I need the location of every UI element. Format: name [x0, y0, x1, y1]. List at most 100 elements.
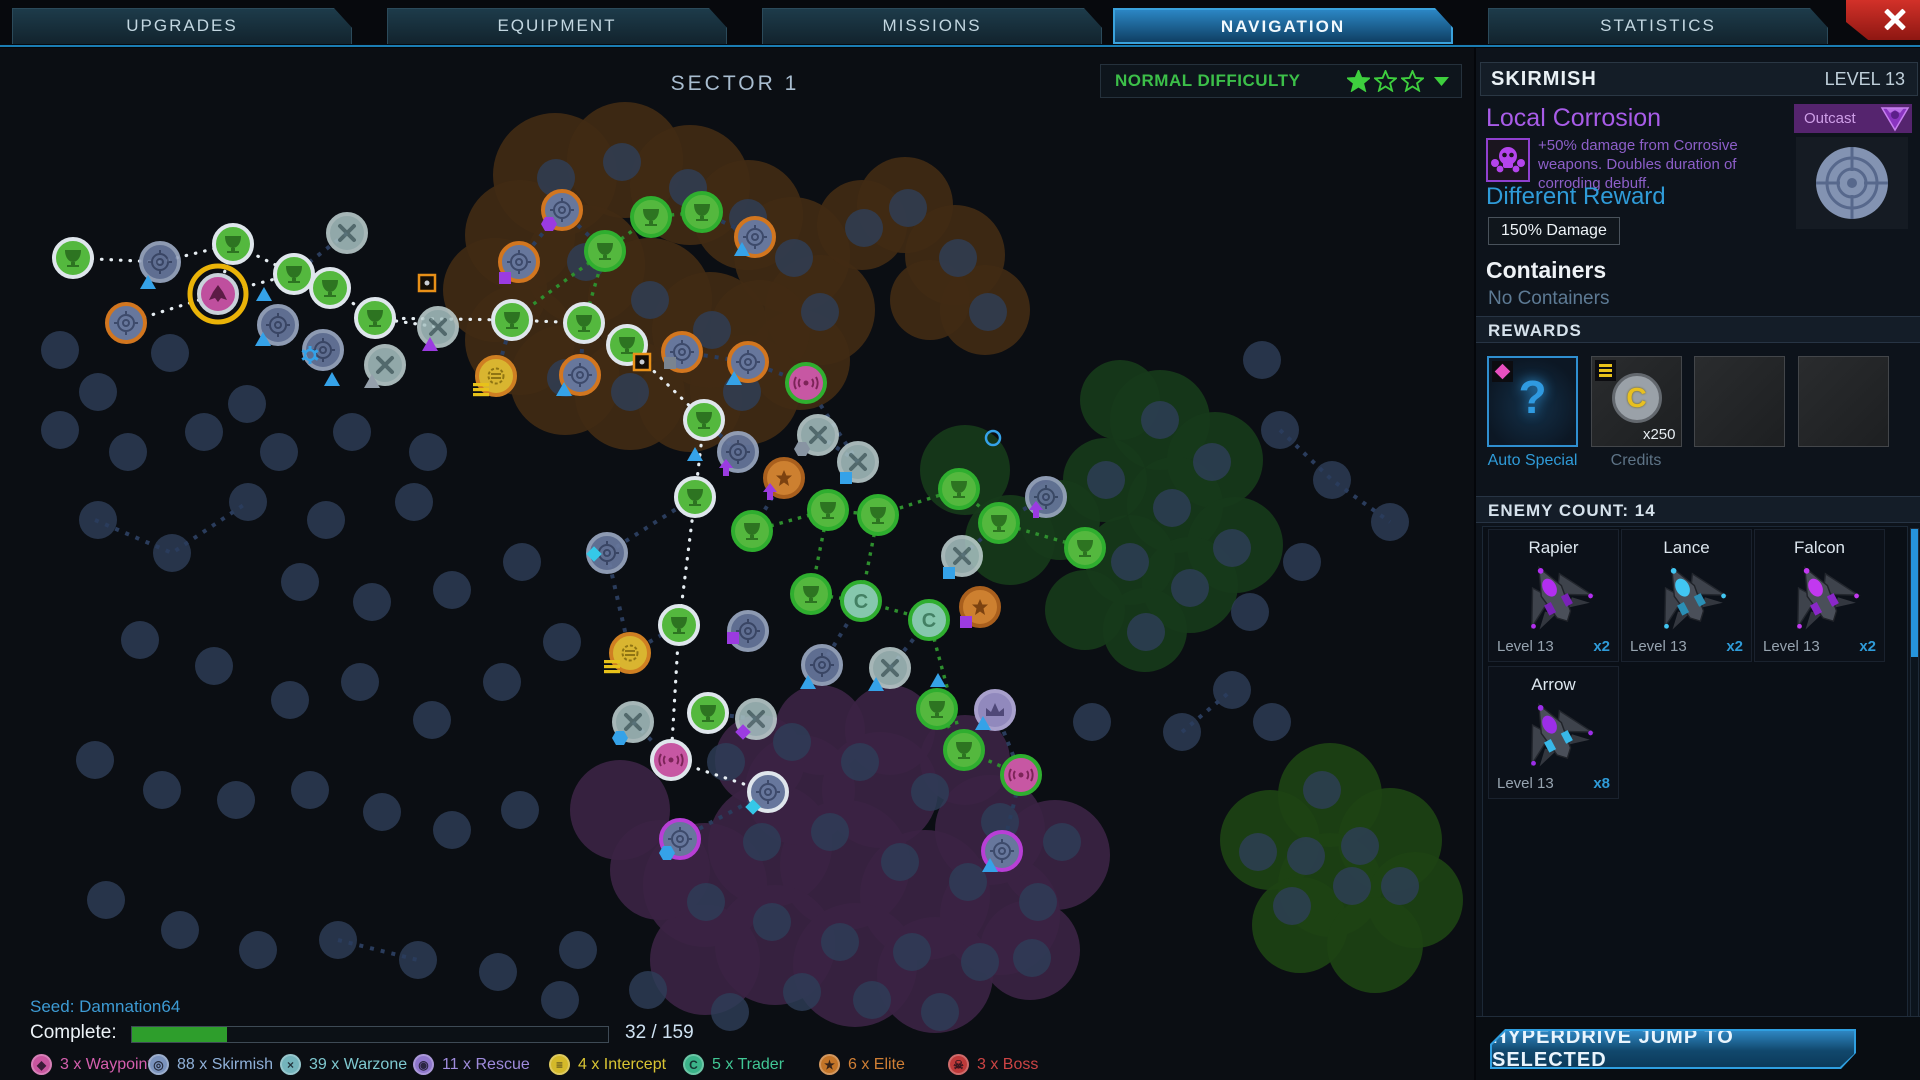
legend-label: 3 x Waypoint — [60, 1056, 152, 1074]
map-node-tg[interactable] — [980, 504, 1018, 542]
reward-modifier-chip: 150% Damage — [1488, 217, 1620, 245]
map-route-white — [73, 244, 294, 274]
unexplored-node — [399, 941, 437, 979]
unexplored-node — [1283, 543, 1321, 581]
unexplored-node — [775, 239, 813, 277]
map-node-rpw[interactable] — [652, 741, 690, 779]
map-node-rpg[interactable] — [787, 364, 825, 402]
map-node-wz[interactable] — [419, 308, 457, 346]
container-orange-marker — [634, 354, 650, 370]
mission-level: LEVEL 13 — [1825, 69, 1917, 90]
difficulty-star[interactable] — [1374, 70, 1397, 92]
legend-item: ×39 x Warzone — [280, 1054, 407, 1075]
map-node-tw[interactable] — [356, 299, 394, 337]
legend-item: ◎88 x Skirmish — [148, 1054, 273, 1075]
map-node-sko[interactable] — [107, 304, 145, 342]
sidebar-scrollbar[interactable] — [1910, 528, 1919, 1018]
legend-label: 39 x Warzone — [309, 1056, 407, 1074]
sidebar-scrollbar-thumb[interactable] — [1911, 529, 1918, 657]
ship-level: Level 13 — [1497, 775, 1554, 792]
legend-label: 3 x Boss — [977, 1056, 1038, 1074]
map-node-tg[interactable] — [918, 690, 956, 728]
unexplored-node — [1013, 939, 1051, 977]
tab-upgrades[interactable]: UPGRADES — [12, 8, 352, 44]
unexplored-node — [161, 911, 199, 949]
enemy-ship-card-rapier[interactable]: Rapier Level 13 x2 — [1488, 529, 1619, 662]
ship-count: x8 — [1593, 775, 1610, 792]
legend-label: 88 x Skirmish — [177, 1056, 273, 1074]
map-node-tg[interactable] — [586, 232, 624, 270]
unexplored-node — [611, 373, 649, 411]
map-node-tg[interactable] — [945, 731, 983, 769]
map-node-wp[interactable] — [190, 266, 246, 322]
square-purple-marker — [727, 632, 739, 644]
unexplored-node — [921, 993, 959, 1031]
map-node-tw[interactable] — [685, 401, 723, 439]
map-node-tw[interactable] — [689, 694, 727, 732]
map-node-tw[interactable] — [493, 301, 531, 339]
unexplored-node — [483, 663, 521, 701]
map-node-sk[interactable] — [1027, 478, 1065, 516]
tab-missions[interactable]: MISSIONS — [762, 8, 1102, 44]
map-node-tg[interactable] — [1066, 529, 1104, 567]
reward-slot-auto-special[interactable]: ? — [1487, 356, 1578, 447]
unexplored-node — [341, 663, 379, 701]
unexplored-node — [911, 773, 949, 811]
chevron-down-icon[interactable] — [1434, 77, 1449, 86]
map-node-tw[interactable] — [311, 269, 349, 307]
unexplored-node — [121, 621, 159, 659]
hyperdrive-jump-button[interactable]: HYPERDRIVE JUMP TO SELECTED — [1490, 1029, 1856, 1069]
enemy-ship-card-lance[interactable]: Lance Level 13 x2 — [1621, 529, 1752, 662]
map-node-tw[interactable] — [676, 478, 714, 516]
enemy-ships-panel: Rapier Level 13 x2Lance — [1482, 526, 1908, 1018]
map-node-sk[interactable] — [141, 243, 179, 281]
map-node-tg[interactable] — [809, 491, 847, 529]
map-node-tg[interactable] — [683, 193, 721, 231]
unexplored-node — [229, 483, 267, 521]
map-node-tw[interactable] — [54, 239, 92, 277]
difficulty-stars[interactable] — [1347, 70, 1461, 92]
legend-label: 6 x Elite — [848, 1056, 905, 1074]
faction-name: Outcast — [1794, 110, 1880, 127]
tab-navigation[interactable]: NAVIGATION — [1113, 8, 1453, 44]
reward-slot-credits[interactable]: Cx250 — [1591, 356, 1682, 447]
legend-label: 4 x Intercept — [578, 1056, 666, 1074]
map-node-tg[interactable] — [733, 512, 771, 550]
close-button[interactable] — [1846, 0, 1920, 40]
unexplored-node — [79, 373, 117, 411]
map-node-sk[interactable] — [729, 612, 767, 650]
difficulty-star[interactable] — [1401, 70, 1424, 92]
map-node-wz[interactable] — [328, 214, 366, 252]
containers-title: Containers — [1486, 257, 1606, 284]
sector-map[interactable]: CC SECTOR 1 NORMAL DIFFICULTY Seed: Damn… — [0, 48, 1474, 1080]
tab-statistics[interactable]: STATISTICS — [1488, 8, 1828, 44]
tab-equipment[interactable]: EQUIPMENT — [387, 8, 727, 44]
map-node-tg[interactable] — [940, 470, 978, 508]
map-node-tr[interactable]: C — [842, 582, 880, 620]
difficulty-label: NORMAL DIFFICULTY — [1101, 71, 1347, 91]
enemy-ship-card-arrow[interactable]: Arrow Level 13 x8 — [1488, 666, 1619, 799]
map-node-tw[interactable] — [565, 304, 603, 342]
map-node-rpg[interactable] — [1002, 756, 1040, 794]
unexplored-node — [1087, 461, 1125, 499]
unexplored-node — [1193, 443, 1231, 481]
map-node-tw[interactable] — [660, 606, 698, 644]
unexplored-node — [811, 813, 849, 851]
difficulty-panel[interactable]: NORMAL DIFFICULTY — [1100, 64, 1462, 98]
unexplored-node — [1333, 867, 1371, 905]
map-node-tg[interactable] — [792, 575, 830, 613]
legend-item: ★6 x Elite — [819, 1054, 905, 1075]
credits-coin-icon: C — [1612, 373, 1662, 423]
reward-label: Credits — [1591, 452, 1682, 470]
map-node-tg[interactable] — [632, 198, 670, 236]
credits-bars-icon — [604, 660, 620, 673]
unexplored-node — [629, 971, 667, 1009]
enemy-ship-card-falcon[interactable]: Falcon Level 13 x2 — [1754, 529, 1885, 662]
map-node-tw[interactable] — [214, 225, 252, 263]
map-node-tw[interactable] — [275, 255, 313, 293]
unexplored-node — [479, 953, 517, 991]
sector-map-canvas[interactable]: CC — [0, 48, 1474, 1080]
map-node-tr[interactable]: C — [910, 601, 948, 639]
difficulty-star[interactable] — [1347, 70, 1370, 92]
map-node-tg[interactable] — [859, 496, 897, 534]
